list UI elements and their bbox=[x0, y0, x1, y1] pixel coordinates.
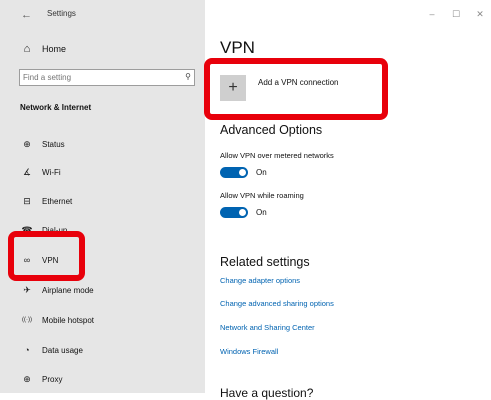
add-vpn-label: Add a VPN connection bbox=[258, 77, 339, 87]
back-arrow-icon[interactable]: ← bbox=[21, 9, 32, 21]
sidebar-item-label: Wi-Fi bbox=[42, 167, 61, 177]
sidebar-item-label: Airplane mode bbox=[42, 285, 94, 295]
advanced-options-heading: Advanced Options bbox=[220, 123, 323, 137]
sidebar-item-airplane-mode[interactable]: ✈ Airplane mode bbox=[0, 279, 205, 301]
sidebar-item-data-usage[interactable]: ◔ Data usage bbox=[0, 339, 205, 361]
toggle-knob bbox=[239, 169, 246, 176]
sidebar-item-proxy[interactable]: ⊕ Proxy bbox=[0, 368, 205, 390]
sidebar-item-label: Data usage bbox=[42, 345, 83, 355]
dialup-icon: ☎ bbox=[21, 224, 33, 235]
have-a-question-heading: Have a question? bbox=[220, 386, 314, 400]
toggle-knob bbox=[239, 209, 246, 216]
home-label: Home bbox=[42, 44, 67, 54]
home-nav-item[interactable]: ⌂ Home bbox=[20, 42, 66, 56]
search-icon[interactable]: ⚲ bbox=[185, 72, 191, 81]
sidebar-item-wifi[interactable]: ∡ Wi-Fi bbox=[0, 161, 205, 183]
related-settings-heading: Related settings bbox=[220, 255, 310, 269]
hotspot-icon: ((·)) bbox=[22, 317, 32, 323]
change-adapter-options-link[interactable]: Change adapter options bbox=[220, 276, 300, 285]
status-icon: ⊕ bbox=[23, 138, 31, 149]
maximize-button[interactable]: ☐ bbox=[445, 4, 467, 24]
sidebar-item-vpn[interactable]: ∞ VPN bbox=[0, 249, 205, 271]
minimize-button[interactable]: – bbox=[421, 4, 443, 24]
roaming-option-label: Allow VPN while roaming bbox=[220, 191, 304, 200]
search-box: ⚲ bbox=[19, 69, 195, 86]
sidebar-item-label: Status bbox=[42, 139, 65, 149]
sidebar-item-label: VPN bbox=[42, 255, 59, 265]
windows-firewall-link[interactable]: Windows Firewall bbox=[220, 347, 278, 356]
sidebar-item-dialup[interactable]: ☎ Dial-up bbox=[0, 219, 205, 241]
roaming-toggle-state: On bbox=[256, 208, 267, 217]
metered-option-label: Allow VPN over metered networks bbox=[220, 151, 334, 160]
search-input[interactable] bbox=[23, 73, 173, 82]
data-usage-icon: ◔ bbox=[24, 345, 30, 355]
vpn-icon: ∞ bbox=[23, 255, 31, 265]
network-sharing-center-link[interactable]: Network and Sharing Center bbox=[220, 323, 315, 332]
section-title: Network & Internet bbox=[20, 103, 92, 112]
sidebar-item-status[interactable]: ⊕ Status bbox=[0, 133, 205, 155]
plus-icon: + bbox=[220, 75, 246, 101]
sidebar-item-mobile-hotspot[interactable]: ((·)) Mobile hotspot bbox=[0, 309, 205, 331]
wifi-icon: ∡ bbox=[22, 166, 32, 177]
change-advanced-sharing-link[interactable]: Change advanced sharing options bbox=[220, 299, 334, 308]
home-icon: ⌂ bbox=[23, 43, 31, 55]
sidebar-item-label: Mobile hotspot bbox=[42, 315, 95, 325]
sidebar-item-label: Ethernet bbox=[42, 196, 73, 206]
window-title: Settings bbox=[47, 9, 76, 18]
metered-toggle[interactable] bbox=[220, 167, 248, 178]
sidebar-item-label: Dial-up bbox=[42, 225, 68, 235]
roaming-toggle[interactable] bbox=[220, 207, 248, 218]
ethernet-icon: ⊟ bbox=[23, 195, 31, 206]
sidebar-item-ethernet[interactable]: ⊟ Ethernet bbox=[0, 190, 205, 212]
proxy-icon: ⊕ bbox=[23, 373, 31, 384]
add-vpn-button[interactable]: + Add a VPN connection bbox=[220, 72, 339, 104]
title-bar: ← Settings – ☐ ✕ bbox=[0, 0, 491, 28]
close-button[interactable]: ✕ bbox=[469, 4, 491, 24]
metered-toggle-state: On bbox=[256, 168, 267, 177]
airplane-icon: ✈ bbox=[23, 284, 31, 295]
sidebar-item-label: Proxy bbox=[42, 374, 63, 384]
page-title: VPN bbox=[220, 38, 255, 57]
